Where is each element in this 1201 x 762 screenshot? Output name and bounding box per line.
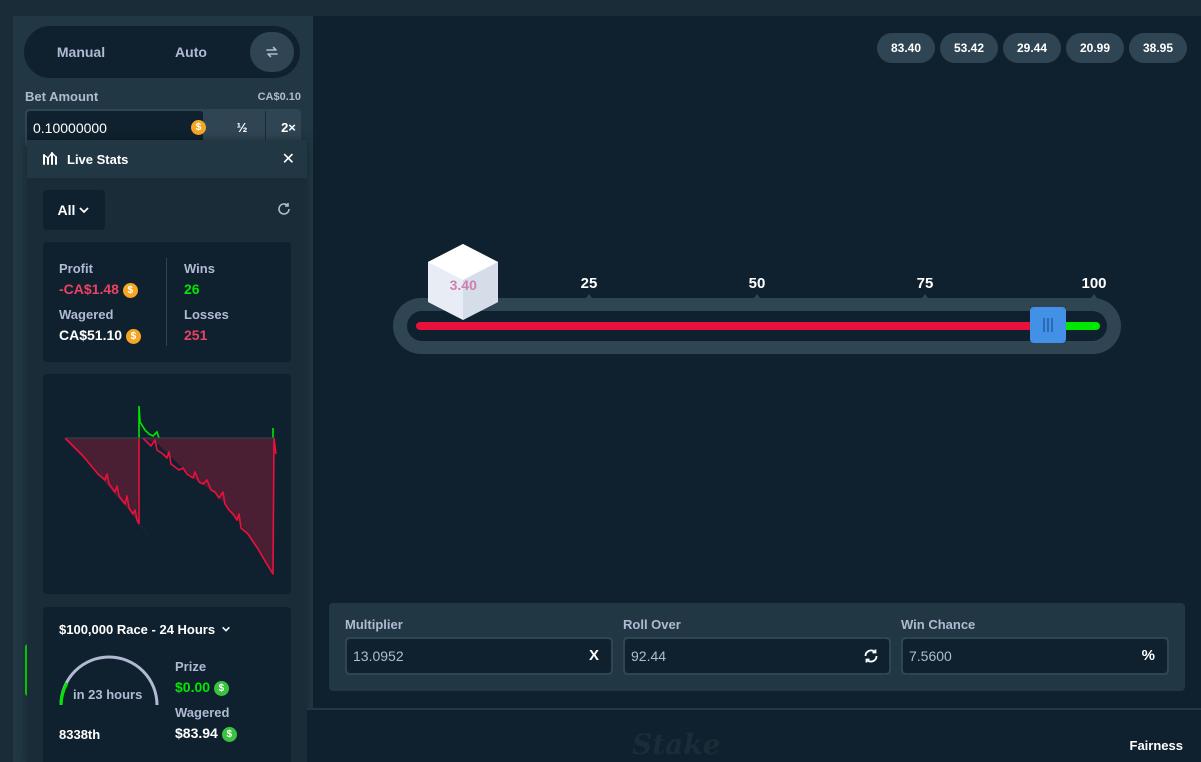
roll-over-input[interactable] — [625, 639, 889, 673]
live-stats-header[interactable]: Live Stats ✕ — [27, 140, 307, 178]
chevron-down-icon — [79, 207, 90, 214]
history-pill[interactable]: 20.99 — [1066, 33, 1124, 63]
profit-chart-card — [43, 374, 291, 594]
swap-icon — [266, 46, 278, 58]
win-chance-control: Win Chance % — [901, 617, 1169, 675]
wins-value: 26 — [184, 281, 200, 297]
roll-over-box — [623, 637, 891, 675]
top-strip — [0, 0, 1201, 16]
profit-chart — [64, 405, 277, 575]
bet-amount-label: Bet Amount — [25, 89, 99, 104]
refresh-icon[interactable] — [277, 202, 291, 216]
race-wagered-label: Wagered — [175, 705, 230, 720]
game-footer: Stake Fairness — [307, 708, 1201, 762]
stats-summary-card: Profit -CA$1.48 $ Wagered CA$51.10 $ Win… — [43, 242, 291, 362]
wagered-amount: CA$51.10 — [59, 327, 123, 343]
scale-label-50: 50 — [748, 275, 766, 292]
manual-tab[interactable]: Manual — [30, 32, 132, 72]
game-controls: Multiplier X Roll Over Win Chance % — [329, 603, 1185, 691]
race-title: $100,000 Race - 24 Hours — [59, 622, 216, 637]
roll-history: 83.40 53.42 29.44 20.99 38.95 — [877, 33, 1187, 63]
race-wagered-value: $83.94 $ — [175, 725, 237, 742]
losses-label: Losses — [184, 307, 229, 322]
scale-label-25: 25 — [580, 275, 598, 292]
win-chance-input[interactable] — [903, 639, 1167, 673]
profit-label: Profit — [59, 261, 93, 276]
profit-value: -CA$1.48 $ — [59, 281, 138, 298]
losses-value: 251 — [184, 327, 208, 343]
scale-label-100: 100 — [1081, 275, 1107, 292]
profit-chart-line-green — [138, 405, 274, 439]
roll-slider-track — [407, 307, 1107, 343]
profit-amount: -CA$1.48 — [59, 281, 119, 297]
close-icon[interactable]: ✕ — [282, 149, 295, 169]
live-stats-panel: Live Stats ✕ All Profit -CA$1.48 $ Wager… — [27, 140, 307, 762]
stats-filter-value: All — [57, 202, 76, 218]
live-stats-title: Live Stats — [67, 152, 129, 167]
swap-mode-button[interactable] — [250, 32, 294, 72]
wagered-value: CA$51.10 $ — [59, 327, 141, 344]
win-chance-box: % — [901, 637, 1169, 675]
race-prize-value: $0.00 $ — [175, 679, 229, 696]
bet-amount-fiat: CA$0.10 — [257, 91, 301, 103]
dice-result-value: 3.40 — [449, 277, 477, 293]
race-rank: 8338th — [59, 727, 101, 742]
coin-icon: $ — [122, 282, 138, 298]
mode-switch: Manual Auto — [24, 26, 300, 78]
roll-over-control: Roll Over — [623, 617, 891, 675]
multiplier-box: X — [345, 637, 613, 675]
fairness-button[interactable]: Fairness — [1130, 738, 1183, 753]
dice-game-area: 83.40 53.42 29.44 20.99 38.95 25 50 75 1… — [313, 16, 1201, 708]
race-title-select[interactable]: $100,000 Race - 24 Hours — [59, 622, 231, 637]
chevron-down-icon — [221, 626, 230, 632]
slider-handle[interactable] — [1030, 307, 1067, 343]
win-chance-label: Win Chance — [901, 617, 976, 632]
wagered-label: Wagered — [59, 307, 114, 322]
multiplier-suffix: X — [588, 647, 599, 664]
win-chance-suffix: % — [1141, 647, 1155, 664]
slider-lose-range — [416, 322, 1049, 330]
stake-logo: Stake — [632, 728, 721, 761]
coin-icon: $ — [213, 680, 229, 696]
history-pill[interactable]: 29.44 — [1003, 33, 1061, 63]
history-pill[interactable]: 38.95 — [1129, 33, 1187, 63]
wins-label: Wins — [184, 261, 215, 276]
coin-icon: $ — [221, 726, 237, 742]
race-card: $100,000 Race - 24 Hours in 23 hours 833… — [43, 607, 291, 762]
roll-over-label: Roll Over — [623, 617, 681, 632]
roll-slider[interactable] — [393, 298, 1121, 354]
race-prize-label: Prize — [175, 659, 207, 674]
race-prize-amount: $0.00 — [175, 679, 211, 695]
swap-direction-icon[interactable] — [863, 648, 879, 664]
history-pill[interactable]: 83.40 — [877, 33, 935, 63]
auto-tab[interactable]: Auto — [140, 32, 242, 72]
history-pill[interactable]: 53.42 — [940, 33, 998, 63]
stats-divider — [166, 258, 167, 346]
scale-label-75: 75 — [916, 275, 934, 292]
stats-chart-icon — [43, 152, 57, 165]
race-time-left: in 23 hours — [73, 687, 143, 702]
coin-icon: $ — [191, 120, 206, 135]
race-wagered-amount: $83.94 — [175, 725, 218, 741]
multiplier-control: Multiplier X — [345, 617, 613, 675]
stats-filter-select[interactable]: All — [43, 190, 105, 230]
multiplier-input[interactable] — [347, 639, 611, 673]
multiplier-label: Multiplier — [345, 617, 403, 632]
coin-icon: $ — [125, 328, 141, 344]
